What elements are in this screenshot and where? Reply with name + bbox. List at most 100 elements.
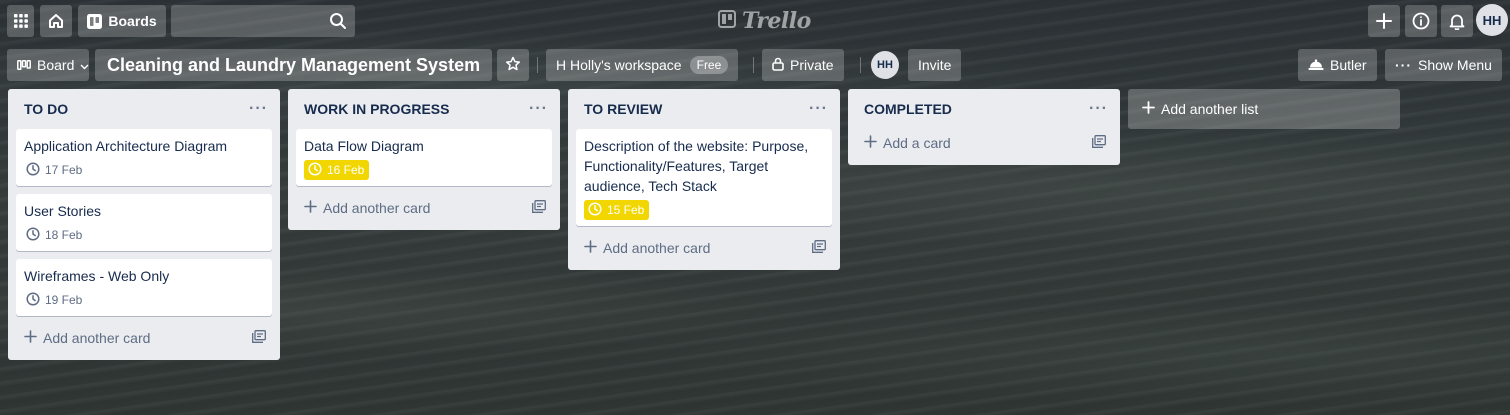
workspace-button[interactable]: H Holly's workspace Free: [546, 49, 739, 81]
show-menu-button[interactable]: ··· Show Menu: [1385, 49, 1502, 81]
bell-icon: [1449, 13, 1465, 30]
visibility-button[interactable]: Private: [762, 49, 844, 81]
search-icon[interactable]: [329, 12, 347, 35]
workspace-plan-badge: Free: [689, 56, 729, 74]
avatar-initials: HH: [1482, 12, 1502, 28]
board-view-label: Board: [37, 57, 75, 73]
card[interactable]: Wireframes - Web Only 19 Feb: [16, 259, 272, 316]
card[interactable]: Data Flow Diagram 16 Feb: [296, 129, 552, 186]
list-menu-icon[interactable]: ···: [805, 100, 832, 118]
add-card-left: Add another card: [24, 330, 150, 346]
due-date-text: 18 Feb: [45, 228, 83, 242]
list-header: TO DO ···: [8, 89, 280, 129]
card-title: Application Architecture Diagram: [24, 138, 228, 154]
show-menu-label: Show Menu: [1418, 57, 1492, 73]
board-icon: [87, 13, 103, 29]
star-board-button[interactable]: [497, 49, 529, 81]
star-icon: [505, 56, 521, 75]
list-header: COMPLETED ···: [848, 89, 1120, 129]
add-card-left: Add another card: [304, 200, 430, 216]
add-card-label: Add a card: [883, 135, 951, 151]
card-title: User Stories: [24, 203, 102, 219]
plus-icon: [864, 135, 877, 151]
board-member-initials: HH: [877, 59, 893, 71]
list-title[interactable]: TO REVIEW: [584, 101, 662, 117]
boards-button[interactable]: Boards: [78, 5, 166, 37]
more-icon: ···: [1395, 57, 1412, 73]
visibility-label: Private: [790, 57, 834, 73]
lock-icon: [772, 57, 784, 74]
due-date-badge[interactable]: 15 Feb: [584, 200, 650, 220]
list-title[interactable]: WORK IN PROGRESS: [304, 101, 449, 117]
add-card-button[interactable]: Add another card: [16, 324, 272, 352]
due-date-text: 15 Feb: [607, 203, 645, 217]
card-badges: 17 Feb: [24, 160, 264, 180]
clock-icon: [26, 161, 40, 179]
info-icon: [1412, 12, 1430, 30]
grid-icon: [13, 14, 28, 28]
card-badges: 15 Feb: [584, 200, 824, 220]
clock-icon: [26, 226, 40, 244]
due-date-badge[interactable]: 16 Feb: [304, 160, 370, 180]
add-card-button[interactable]: Add another card: [576, 234, 832, 262]
information-button[interactable]: [1405, 5, 1437, 37]
add-list-button[interactable]: Add another list: [1128, 89, 1400, 129]
card-badges: 19 Feb: [24, 290, 264, 310]
add-card-label: Add another card: [43, 330, 151, 346]
add-list-label: Add another list: [1161, 101, 1259, 117]
list-completed: COMPLETED ··· Add a card: [848, 89, 1120, 165]
due-date-text: 19 Feb: [45, 293, 83, 307]
card-title: Wireframes - Web Only: [24, 268, 170, 284]
list-to-do: TO DO ··· Application Architecture Diagr…: [8, 89, 280, 360]
add-card-left: Add another card: [584, 240, 710, 256]
search-field[interactable]: [171, 5, 355, 37]
add-card-button[interactable]: Add another card: [296, 194, 552, 222]
header-divider: [753, 57, 754, 73]
apps-switcher-button[interactable]: [7, 5, 34, 37]
butler-label: Butler: [1330, 57, 1367, 73]
trello-logo-text: Trello: [742, 8, 811, 34]
list-menu-icon[interactable]: ···: [1085, 100, 1112, 118]
board-member-avatar[interactable]: HH: [871, 51, 899, 79]
home-button[interactable]: [40, 5, 72, 37]
card-template-icon[interactable]: [812, 240, 826, 256]
add-card-label: Add another card: [323, 200, 431, 216]
top-header: Boards Trello HH: [0, 0, 1510, 42]
home-icon: [48, 13, 64, 29]
list-menu-icon[interactable]: ···: [245, 100, 272, 118]
header-divider: [537, 57, 538, 73]
add-card-button[interactable]: Add a card: [856, 129, 1112, 157]
board-view-icon: [17, 57, 31, 73]
search-input[interactable]: [171, 5, 355, 37]
list-menu-icon[interactable]: ···: [525, 100, 552, 118]
header-divider: [860, 57, 861, 73]
list-title[interactable]: TO DO: [24, 101, 68, 117]
list-header: TO REVIEW ···: [568, 89, 840, 129]
member-avatar[interactable]: HH: [1476, 4, 1508, 36]
chevron-down-icon: [80, 57, 89, 73]
card[interactable]: Application Architecture Diagram 17 Feb: [16, 129, 272, 186]
notifications-button[interactable]: [1441, 5, 1473, 37]
invite-button[interactable]: Invite: [908, 49, 962, 81]
plus-icon: [24, 330, 37, 346]
board-title[interactable]: Cleaning and Laundry Management System: [95, 49, 493, 81]
add-card-label: Add another card: [603, 240, 711, 256]
invite-label: Invite: [918, 57, 952, 73]
card-template-icon[interactable]: [1092, 135, 1106, 151]
card[interactable]: User Stories 18 Feb: [16, 194, 272, 251]
clock-icon: [26, 291, 40, 309]
card-template-icon[interactable]: [252, 330, 266, 346]
butler-icon: [1308, 57, 1324, 74]
card[interactable]: Description of the website: Purpose, Fun…: [576, 129, 832, 226]
card-badges: 18 Feb: [24, 225, 264, 245]
card-badges: 16 Feb: [304, 160, 544, 180]
plus-icon: [1142, 101, 1155, 117]
trello-logo[interactable]: Trello: [718, 8, 811, 34]
due-date-badge: 18 Feb: [24, 225, 86, 245]
create-button[interactable]: [1368, 5, 1400, 37]
card-template-icon[interactable]: [532, 200, 546, 216]
list-title[interactable]: COMPLETED: [864, 101, 952, 117]
board-view-switcher[interactable]: Board: [7, 49, 89, 81]
list-header: WORK IN PROGRESS ···: [288, 89, 560, 129]
butler-button[interactable]: Butler: [1298, 49, 1377, 81]
